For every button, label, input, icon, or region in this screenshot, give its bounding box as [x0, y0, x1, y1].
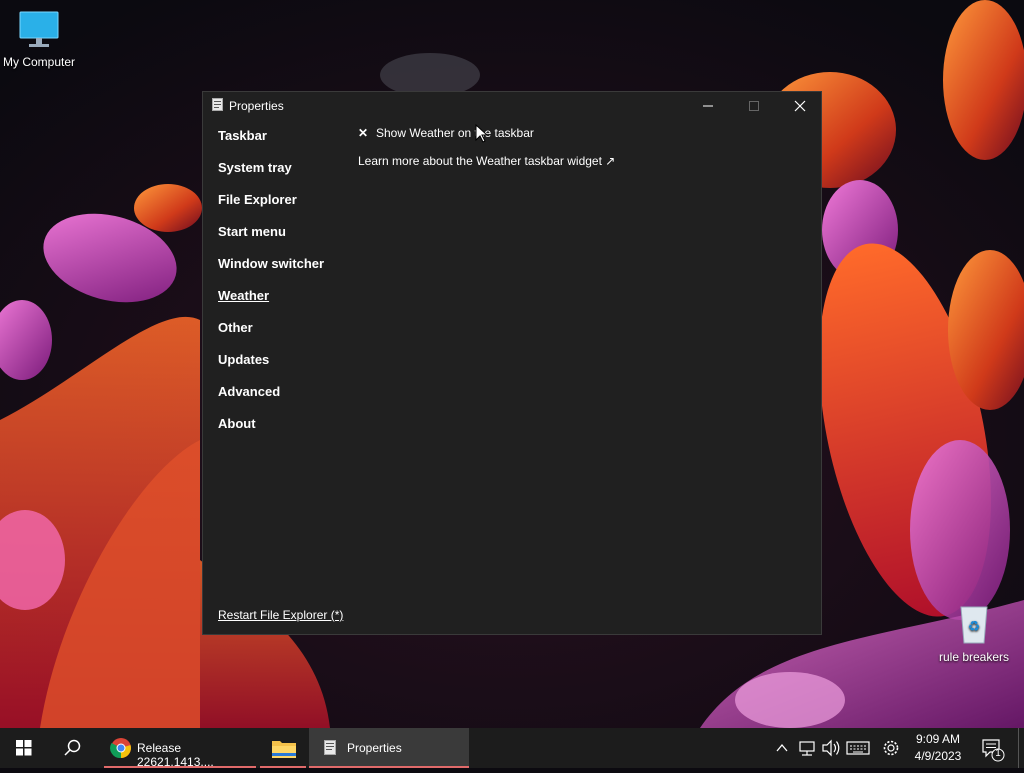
minimize-button[interactable] — [685, 92, 731, 120]
search-icon — [64, 739, 81, 756]
properties-window: Properties Taskbar System tray File Expl… — [202, 91, 822, 635]
nav-item-window-switcher[interactable]: Window switcher — [218, 257, 324, 289]
desktop-icon-recycle-bin[interactable]: ♻ rule breakers — [929, 603, 1019, 664]
notification-count-badge: 1 — [995, 748, 1001, 759]
nav-item-about[interactable]: About — [218, 417, 324, 449]
maximize-icon — [749, 101, 759, 111]
chrome-icon — [110, 738, 131, 759]
gear-icon — [883, 740, 899, 756]
keyboard-tray-button[interactable] — [845, 728, 871, 768]
nav-item-start-menu[interactable]: Start menu — [218, 225, 324, 257]
taskbar-app-file-explorer[interactable] — [260, 728, 306, 768]
clock-date: 4/9/2023 — [914, 749, 962, 763]
notification-icon — [982, 739, 1005, 762]
nav-item-updates[interactable]: Updates — [218, 353, 324, 385]
notification-center-button[interactable]: 1 — [978, 728, 1008, 768]
window-title: Properties — [229, 99, 284, 113]
recycle-bin-icon: ♻ — [960, 606, 988, 644]
taskbar-app-label: Properties — [347, 741, 402, 755]
desktop-icon-label: My Computer — [2, 55, 76, 69]
taskbar-clock[interactable]: 9:09 AM 4/9/2023 — [908, 731, 968, 765]
folder-icon — [272, 741, 296, 758]
svg-text:♻: ♻ — [968, 619, 981, 635]
close-icon — [794, 100, 806, 112]
show-hidden-icons-button[interactable] — [772, 728, 792, 768]
desktop-icon-my-computer[interactable]: My Computer — [0, 10, 84, 69]
search-button[interactable] — [48, 728, 96, 768]
close-button[interactable] — [777, 92, 823, 120]
nav-item-taskbar[interactable]: Taskbar — [218, 129, 324, 161]
speaker-icon — [822, 739, 840, 757]
taskbar-app-chrome[interactable]: Release 22621.1413.... — [104, 728, 256, 769]
nav-item-weather[interactable]: Weather — [218, 289, 324, 321]
properties-app-icon — [324, 740, 336, 755]
properties-app-icon — [212, 98, 223, 111]
taskbar-app-label: Release 22621.1413.... — [137, 741, 214, 769]
keyboard-icon — [846, 741, 870, 755]
maximize-button[interactable] — [731, 92, 777, 120]
toggle-label: Show Weather on the taskbar — [376, 126, 534, 140]
monitor-icon — [19, 11, 59, 47]
taskbar-app-properties[interactable]: Properties — [309, 728, 469, 768]
network-icon — [799, 741, 815, 756]
desktop-icon-label: rule breakers — [938, 650, 1010, 664]
mouse-cursor-icon — [475, 124, 487, 143]
toggle-off-icon: ✕ — [358, 126, 369, 140]
nav-item-advanced[interactable]: Advanced — [218, 385, 324, 417]
windows-logo-icon — [16, 740, 32, 756]
nav-item-other[interactable]: Other — [218, 321, 324, 353]
nav-item-file-explorer[interactable]: File Explorer — [218, 193, 324, 225]
settings-nav: Taskbar System tray File Explorer Start … — [218, 129, 324, 449]
restart-file-explorer-link[interactable]: Restart File Explorer (*) — [218, 608, 343, 622]
nav-item-system-tray[interactable]: System tray — [218, 161, 324, 193]
learn-more-link[interactable]: Learn more about the Weather taskbar wid… — [358, 154, 615, 168]
window-titlebar[interactable]: Properties — [203, 92, 821, 120]
start-button[interactable] — [0, 728, 48, 768]
taskbar: Release 22621.1413.... Properties 9:09 A… — [0, 728, 1024, 769]
show-desktop-button[interactable] — [1018, 728, 1024, 768]
settings-tray-button[interactable] — [879, 728, 903, 768]
chevron-up-icon — [776, 743, 788, 752]
network-tray-button[interactable] — [796, 728, 818, 768]
volume-tray-button[interactable] — [820, 728, 842, 768]
clock-time: 9:09 AM — [915, 732, 961, 746]
minimize-icon — [703, 105, 713, 107]
